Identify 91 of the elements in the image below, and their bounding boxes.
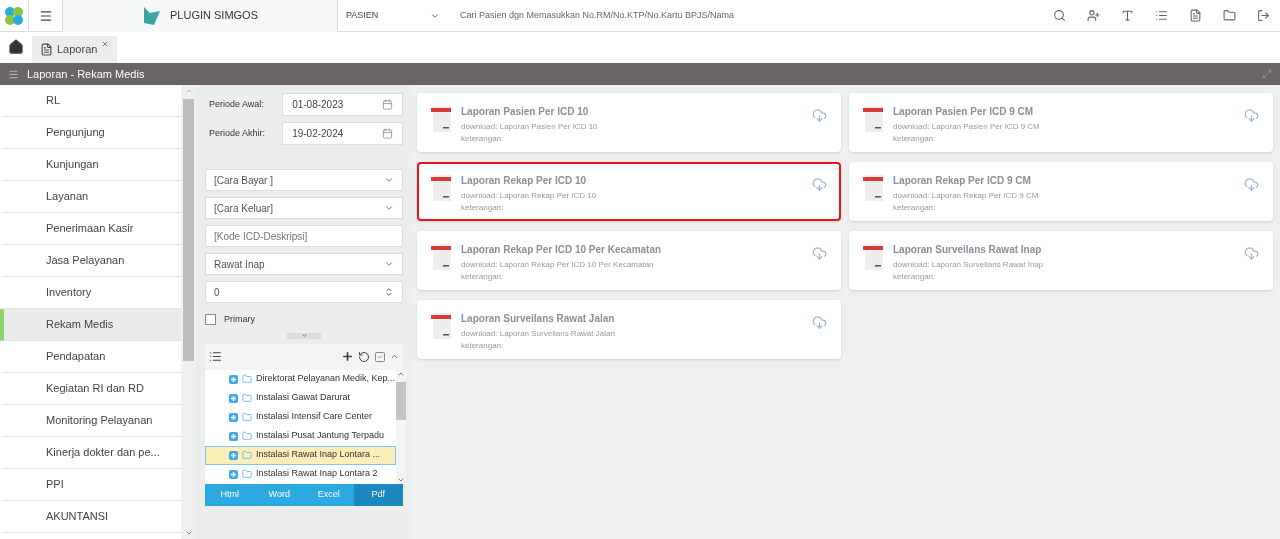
icd-search-field[interactable]: [Kode ICD-Deskripsi] [205, 225, 403, 247]
folder-icon [242, 469, 252, 479]
cloud-download-icon[interactable] [812, 177, 827, 192]
download-text: download: Laporan Rekap Per ICD 9 CM [893, 190, 1040, 202]
report-title: Laporan Rekap Per ICD 9 CM [893, 174, 1032, 188]
report-title: Laporan Surveilans Rawat Inap [893, 243, 1043, 257]
note-text: keterangan: [461, 340, 505, 352]
tree-item[interactable]: Instalasi Rawat Inap Lontara ... [205, 445, 397, 465]
scroll-down-icon[interactable] [184, 529, 193, 537]
tree-item[interactable]: Instalasi Pusat Jantung Terpadu [205, 426, 397, 446]
undo-icon[interactable] [358, 350, 370, 363]
expand-icon [229, 393, 238, 403]
caret-up-icon[interactable] [390, 352, 399, 361]
download-text: download: Laporan Pasien Per ICD 9 CM [893, 121, 1041, 133]
note-text: keterangan: [893, 133, 937, 145]
caret-icon [384, 259, 394, 269]
calendar-icon [382, 128, 393, 139]
check-icon[interactable] [374, 350, 386, 363]
select-field[interactable]: Rawat Inap [205, 253, 403, 275]
expand-icon[interactable] [1262, 69, 1272, 79]
report-tab[interactable]: Laporan [32, 36, 118, 63]
note-text: keterangan: [893, 202, 937, 214]
close-icon[interactable] [101, 40, 110, 48]
download-text: download: Laporan Surveilans Rawat Inap [893, 259, 1045, 271]
report-title: Laporan Pasien Per ICD 9 CM [893, 105, 1035, 119]
panel-title: Laporan - Rekam Medis [27, 66, 146, 82]
folder-icon [242, 450, 252, 460]
spinner-icon [384, 287, 394, 297]
folder-icon [242, 374, 252, 384]
add-icon[interactable] [341, 350, 354, 363]
report-file-icon [863, 173, 885, 201]
report-file-icon [431, 104, 453, 132]
cloud-download-icon[interactable] [1244, 108, 1259, 123]
report-file-icon [431, 173, 453, 201]
select-field[interactable]: [Cara Bayar ] [205, 169, 403, 191]
caret-icon [384, 175, 394, 185]
number-field[interactable]: 0 [205, 281, 403, 303]
list-icon [209, 350, 222, 363]
report-file-icon [431, 311, 453, 339]
note-text: keterangan: [461, 271, 505, 283]
menu-icon [8, 68, 19, 80]
search-type-select[interactable]: PASIEN [338, 0, 448, 32]
report-title: Laporan Rekap Per ICD 10 [461, 174, 588, 188]
folder-icon [242, 393, 252, 403]
patient-search-field[interactable]: Cari Pasien dgn Memasukkan No.RM/No.KTP/No.Kartu BPJS/Nama [460, 8, 860, 23]
expand-icon [229, 374, 238, 384]
date-field[interactable]: 01-08-2023 [282, 93, 403, 116]
tree-item[interactable]: Instalasi Intensif Care Center [205, 407, 397, 427]
menu-icon [38, 8, 53, 23]
report-file-icon [863, 242, 885, 270]
cloud-download-icon[interactable] [1244, 246, 1259, 261]
expand-icon [229, 431, 238, 441]
calendar-icon [382, 99, 393, 110]
app-title: PLUGIN SIMGOS [170, 8, 258, 24]
expand-icon [229, 469, 238, 479]
download-text: download: Laporan Pasien Per ICD 10 [461, 121, 599, 133]
note-text: keterangan: [461, 133, 505, 145]
date-label: Periode Awal: [209, 97, 265, 111]
report-title: Laporan Rekap Per ICD 10 Per Kecamatan [461, 243, 663, 257]
tree-item[interactable]: Direktorat Pelayanan Medik, Kep... [205, 369, 397, 389]
note-text: keterangan: [893, 271, 937, 283]
download-text: download: Laporan Surveilans Rawat Jalan [461, 328, 616, 340]
download-text: download: Laporan Rekap Per ICD 10 [461, 190, 598, 202]
sidebar-item[interactable]: Rekam Medis [0, 309, 181, 341]
caret-icon [384, 203, 394, 213]
cloud-download-icon[interactable] [812, 108, 827, 123]
cloud-download-icon[interactable] [812, 315, 827, 330]
expand-icon [229, 450, 238, 460]
expand-icon [229, 412, 238, 422]
folder-icon [242, 431, 252, 441]
report-file-icon [863, 104, 885, 132]
report-title: Laporan Surveilans Rawat Jalan [461, 312, 616, 326]
primary-checkbox[interactable] [205, 314, 216, 326]
report-title: Laporan Pasien Per ICD 10 [461, 105, 590, 119]
report-file-icon [431, 242, 453, 270]
date-label: Periode Akhir: [209, 126, 267, 140]
select-field[interactable]: [Cara Keluar] [205, 197, 403, 219]
cloud-download-icon[interactable] [812, 246, 827, 261]
leaf-logo-icon [142, 6, 162, 25]
collapse-handle[interactable] [287, 332, 321, 339]
tree-scrollbar[interactable] [396, 369, 407, 484]
tree-item[interactable]: Instalasi Gawat Darurat [205, 388, 397, 408]
tree-item[interactable]: Instalasi Rawat Inap Lontara 2 [205, 464, 397, 484]
note-text: keterangan: [461, 202, 505, 214]
download-text: download: Laporan Rekap Per ICD 10 Per Kecamatan [461, 259, 655, 271]
folder-icon [242, 412, 252, 422]
date-field[interactable]: 19-02-2024 [282, 122, 403, 145]
checkbox-label: Primary [224, 313, 255, 326]
document-icon [40, 43, 53, 56]
cloud-download-icon[interactable] [1244, 177, 1259, 192]
scroll-up-icon[interactable] [184, 87, 193, 95]
